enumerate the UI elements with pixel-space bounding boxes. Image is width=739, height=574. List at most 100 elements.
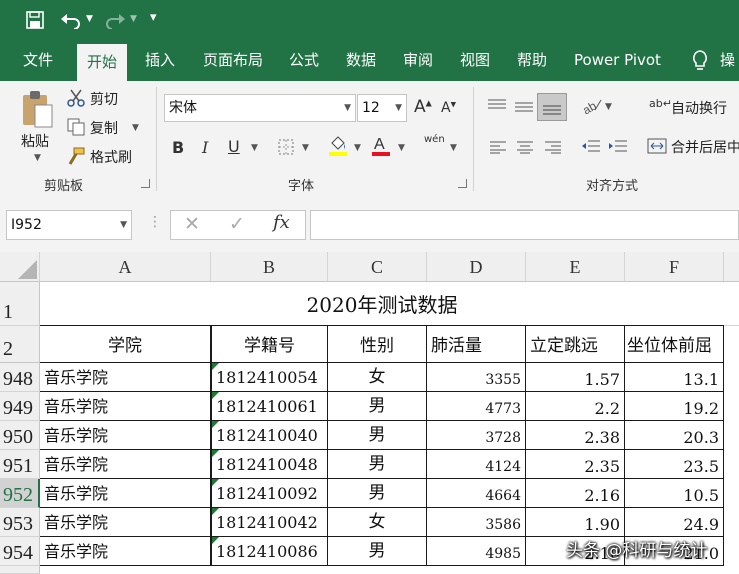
name-box[interactable]: I952 ▼ bbox=[6, 210, 132, 240]
decrease-indent-icon[interactable] bbox=[581, 138, 601, 154]
tab-insert[interactable]: 插入 bbox=[135, 40, 185, 81]
cell-standing-jump[interactable]: 1.90 bbox=[526, 508, 625, 537]
borders-dropdown-icon[interactable]: ▼ bbox=[302, 143, 309, 153]
row-header[interactable]: 953 bbox=[0, 508, 40, 537]
paste-button[interactable]: 粘贴 bbox=[21, 131, 49, 151]
cell-standing-jump[interactable]: 1.57 bbox=[526, 363, 625, 392]
cell-student-id[interactable]: 1812410048 bbox=[211, 450, 328, 479]
header-lung-capacity[interactable]: 肺活量 bbox=[427, 326, 526, 363]
row-header-selected[interactable]: 952 bbox=[0, 479, 40, 508]
tab-review[interactable]: 审阅 bbox=[393, 40, 443, 81]
column-header-f[interactable]: F bbox=[625, 252, 724, 282]
customize-qat-button[interactable]: ▾ bbox=[150, 10, 157, 25]
cell-student-id[interactable]: 1812410040 bbox=[211, 421, 328, 450]
row-header[interactable]: 954 bbox=[0, 537, 40, 566]
cell-student-id[interactable]: 1812410092 bbox=[211, 479, 328, 508]
cell-gender[interactable]: 男 bbox=[328, 450, 427, 479]
undo-dropdown-icon[interactable]: ▼ bbox=[86, 14, 93, 24]
cell-college[interactable]: 音乐学院 bbox=[40, 537, 211, 566]
cell-college[interactable]: 音乐学院 bbox=[40, 508, 211, 537]
row-header[interactable]: 950 bbox=[0, 421, 40, 450]
cell-sit-and-reach[interactable]: 20.3 bbox=[625, 421, 724, 450]
cell-standing-jump[interactable]: 2.2 bbox=[526, 392, 625, 421]
font-color-icon[interactable]: A bbox=[371, 134, 391, 158]
tell-me-search[interactable]: 操 bbox=[716, 40, 739, 81]
cell-gender[interactable]: 女 bbox=[328, 363, 427, 392]
underline-dropdown-icon[interactable]: ▼ bbox=[251, 143, 258, 153]
cell-sit-and-reach[interactable]: 13.1 bbox=[625, 363, 724, 392]
wrap-text-icon[interactable]: ab↵ bbox=[649, 97, 672, 110]
row-header[interactable]: 951 bbox=[0, 450, 40, 479]
header-college[interactable]: 学院 bbox=[40, 326, 211, 363]
select-all-corner[interactable] bbox=[0, 252, 40, 282]
tab-page-layout[interactable]: 页面布局 bbox=[193, 40, 273, 81]
tab-home[interactable]: 开始 bbox=[77, 44, 128, 81]
phonetic-guide-icon[interactable]: wén bbox=[424, 134, 445, 145]
header-sit-and-reach[interactable]: 坐位体前屈 bbox=[625, 326, 724, 363]
font-launcher-icon[interactable] bbox=[458, 179, 467, 188]
cell-standing-jump[interactable]: 2.38 bbox=[526, 421, 625, 450]
align-bottom-icon[interactable] bbox=[537, 93, 567, 121]
copy-icon[interactable] bbox=[67, 118, 85, 136]
cell-lung-capacity[interactable]: 4124 bbox=[427, 450, 526, 479]
header-standing-jump[interactable]: 立定跳远 bbox=[526, 326, 625, 363]
clipboard-launcher-icon[interactable] bbox=[141, 179, 150, 188]
cell-college[interactable]: 音乐学院 bbox=[40, 392, 211, 421]
cell-gender[interactable]: 男 bbox=[328, 537, 427, 566]
cell-gender[interactable]: 男 bbox=[328, 392, 427, 421]
fill-color-icon[interactable] bbox=[328, 135, 348, 157]
cell-gender[interactable]: 男 bbox=[328, 421, 427, 450]
align-left-icon[interactable] bbox=[489, 139, 507, 154]
scissors-icon[interactable] bbox=[67, 89, 85, 107]
cell-gender[interactable]: 男 bbox=[328, 479, 427, 508]
cell-college[interactable]: 音乐学院 bbox=[40, 479, 211, 508]
tab-help[interactable]: 帮助 bbox=[507, 40, 557, 81]
column-header-d[interactable]: D bbox=[427, 252, 526, 282]
header-student-id[interactable]: 学籍号 bbox=[211, 326, 328, 363]
format-painter-button[interactable]: 格式刷 bbox=[90, 147, 132, 167]
tab-view[interactable]: 视图 bbox=[450, 40, 500, 81]
paste-icon[interactable] bbox=[20, 89, 54, 129]
copy-button[interactable]: 复制 bbox=[90, 118, 118, 138]
cell-student-id[interactable]: 1812410042 bbox=[211, 508, 328, 537]
wrap-text-button[interactable]: 自动换行 bbox=[671, 98, 727, 118]
increase-indent-icon[interactable] bbox=[608, 138, 628, 154]
cell-sit-and-reach[interactable]: 10.5 bbox=[625, 479, 724, 508]
orientation-icon[interactable]: ab bbox=[580, 96, 603, 117]
font-color-dropdown-icon[interactable]: ▼ bbox=[398, 143, 405, 153]
column-header-c[interactable]: C bbox=[328, 252, 427, 282]
sheet-title-cell[interactable]: 2020年测试数据 bbox=[40, 282, 724, 326]
copy-dropdown-icon[interactable]: ▼ bbox=[132, 123, 139, 133]
column-header-g[interactable] bbox=[724, 252, 739, 282]
align-middle-icon[interactable] bbox=[514, 99, 534, 113]
cell-student-id[interactable]: 1812410086 bbox=[211, 537, 328, 566]
align-center-icon[interactable] bbox=[516, 139, 534, 154]
enter-icon[interactable]: ✓ bbox=[229, 213, 245, 235]
font-name-select[interactable]: 宋体 ▼ bbox=[164, 94, 356, 122]
cell-lung-capacity[interactable]: 4664 bbox=[427, 479, 526, 508]
row-header[interactable]: 948 bbox=[0, 363, 40, 392]
font-size-select[interactable]: 12 ▼ bbox=[357, 94, 407, 122]
cell-lung-capacity[interactable]: 4773 bbox=[427, 392, 526, 421]
cell-lung-capacity[interactable]: 3355 bbox=[427, 363, 526, 392]
cell-lung-capacity[interactable]: 3586 bbox=[427, 508, 526, 537]
cell-student-id[interactable]: 1812410061 bbox=[211, 392, 328, 421]
formula-input[interactable] bbox=[310, 210, 739, 240]
cell-college[interactable]: 音乐学院 bbox=[40, 363, 211, 392]
phonetic-dropdown-icon[interactable]: ▼ bbox=[450, 143, 457, 153]
cell-lung-capacity[interactable]: 4985 bbox=[427, 537, 526, 566]
underline-button[interactable]: U bbox=[228, 137, 240, 156]
italic-button[interactable]: I bbox=[202, 138, 208, 157]
row-header[interactable] bbox=[0, 566, 40, 574]
cell-sit-and-reach[interactable]: 24.9 bbox=[625, 508, 724, 537]
format-painter-icon[interactable] bbox=[67, 147, 85, 165]
cell-college[interactable]: 音乐学院 bbox=[40, 421, 211, 450]
borders-icon[interactable] bbox=[278, 139, 294, 155]
merge-center-button[interactable]: 合并后居中 bbox=[671, 137, 739, 157]
bold-button[interactable]: B bbox=[172, 138, 184, 157]
tab-file[interactable]: 文件 bbox=[13, 40, 63, 81]
column-header-e[interactable]: E bbox=[526, 252, 625, 282]
paste-dropdown-icon[interactable]: ▼ bbox=[34, 153, 41, 163]
orientation-dropdown-icon[interactable]: ▼ bbox=[605, 102, 612, 112]
cell-gender[interactable]: 女 bbox=[328, 508, 427, 537]
